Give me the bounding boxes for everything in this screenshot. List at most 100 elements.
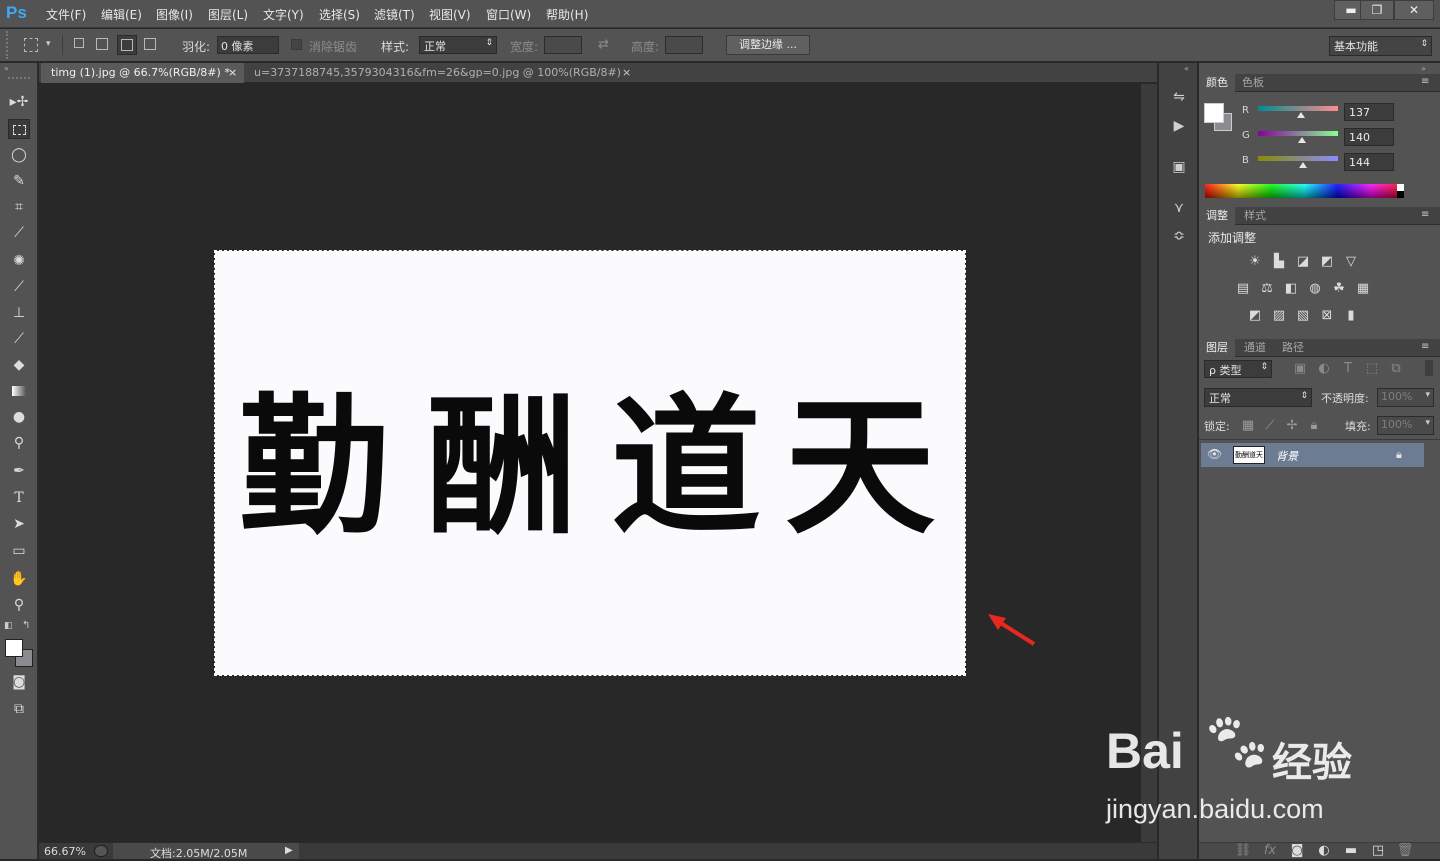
eraser-tool-icon[interactable]: ◆ bbox=[8, 355, 30, 375]
tab-baidu-image[interactable]: u=3737188745,3579304316&fm=26&gp=0.jpg @… bbox=[244, 63, 637, 83]
document-image[interactable]: 勤 酬 道 天 bbox=[214, 250, 966, 676]
refine-edge-button[interactable]: 调整边缘 ... bbox=[726, 35, 810, 55]
brush-tool-icon[interactable]: ⟋ bbox=[8, 277, 30, 297]
eyedropper-tool-icon[interactable]: ⟋ bbox=[8, 223, 30, 243]
posterize-icon[interactable]: ▨ bbox=[1270, 308, 1288, 324]
invert-icon[interactable]: ◩ bbox=[1246, 308, 1264, 324]
new-layer-icon[interactable]: ◳ bbox=[1369, 843, 1387, 859]
tab-paths[interactable]: 路径 bbox=[1275, 339, 1311, 357]
red-slider[interactable] bbox=[1258, 106, 1338, 111]
type-tool-icon[interactable]: T bbox=[8, 488, 30, 508]
exposure-icon[interactable]: ◩ bbox=[1318, 254, 1336, 270]
menu-layer[interactable]: 图层(L) bbox=[208, 6, 248, 23]
close-button[interactable]: ✕ bbox=[1394, 0, 1434, 20]
intersect-selection-icon[interactable] bbox=[144, 38, 156, 50]
hand-tool-icon[interactable]: ✋ bbox=[8, 569, 30, 589]
expand-icon[interactable]: « bbox=[1184, 64, 1189, 73]
lock-position-icon[interactable]: ✢ bbox=[1283, 418, 1301, 434]
green-value-input[interactable]: 140 bbox=[1344, 128, 1394, 146]
lock-all-icon[interactable]: 🔒︎ bbox=[1305, 418, 1323, 434]
panel-menu-icon[interactable]: ≡ bbox=[1421, 341, 1429, 352]
add-selection-icon[interactable] bbox=[96, 38, 108, 50]
zoom-level[interactable]: 66.67% bbox=[44, 845, 86, 858]
menu-type[interactable]: 文字(Y) bbox=[263, 6, 304, 23]
menu-edit[interactable]: 编辑(E) bbox=[101, 6, 142, 23]
layer-row-background[interactable]: 👁︎ 勤酬道天 背景 🔒︎ bbox=[1201, 443, 1424, 467]
gradient-map-icon[interactable]: ▮ bbox=[1342, 308, 1360, 324]
lasso-tool-icon[interactable]: ◯ bbox=[8, 145, 30, 165]
move-tool-icon[interactable]: ▸✢ bbox=[8, 92, 30, 112]
panel-menu-icon[interactable]: ≡ bbox=[1421, 76, 1429, 87]
feather-input[interactable]: 0 像素 bbox=[217, 36, 279, 54]
blue-value-input[interactable]: 144 bbox=[1344, 153, 1394, 171]
brush-settings-icon[interactable]: ≎ bbox=[1169, 226, 1189, 246]
lock-pixels-icon[interactable]: ⟋ bbox=[1261, 418, 1279, 434]
color-foreground-swatch[interactable] bbox=[1204, 103, 1224, 123]
color-spectrum-bar[interactable] bbox=[1205, 184, 1404, 198]
width-input[interactable] bbox=[544, 36, 582, 54]
style-select[interactable]: 正常 ⇕ bbox=[419, 36, 497, 54]
shape-tool-icon[interactable]: ▭ bbox=[8, 541, 30, 561]
menu-view[interactable]: 视图(V) bbox=[429, 6, 471, 23]
panel-menu-icon[interactable]: ≡ bbox=[1421, 209, 1429, 220]
subtract-selection-button[interactable] bbox=[117, 35, 137, 55]
dodge-tool-icon[interactable]: ⚲ bbox=[8, 433, 30, 453]
filter-toggle[interactable] bbox=[1425, 360, 1433, 376]
filter-smart-icon[interactable]: ⧉ bbox=[1387, 361, 1405, 377]
marquee-preset-icon[interactable] bbox=[24, 38, 38, 52]
antialias-checkbox[interactable] bbox=[291, 39, 302, 50]
black-white-icon[interactable]: ◧ bbox=[1282, 281, 1300, 297]
tab-adjustments[interactable]: 调整 bbox=[1199, 207, 1235, 225]
layer-name[interactable]: 背景 bbox=[1276, 448, 1298, 464]
quick-mask-icon[interactable]: ◙ bbox=[8, 672, 30, 692]
link-layers-icon[interactable]: ⛓ bbox=[1234, 843, 1252, 859]
doc-info-field[interactable]: 文档:2.05M/2.05M bbox=[113, 843, 299, 860]
filter-pixel-icon[interactable]: ▣ bbox=[1291, 361, 1309, 377]
status-info-icon[interactable] bbox=[94, 845, 108, 857]
vibrance-icon[interactable]: ▽ bbox=[1342, 254, 1360, 270]
hue-saturation-icon[interactable]: ▤ bbox=[1234, 281, 1252, 297]
blend-mode-select[interactable]: 正常 ⇕ bbox=[1204, 388, 1312, 407]
foreground-color-swatch[interactable] bbox=[5, 639, 23, 657]
red-slider-thumb[interactable] bbox=[1296, 112, 1305, 118]
filter-adjustment-icon[interactable]: ◐ bbox=[1315, 361, 1333, 377]
green-slider-thumb[interactable] bbox=[1297, 137, 1306, 143]
brush-preset-icon[interactable]: ⋎ bbox=[1169, 198, 1189, 218]
quick-select-tool-icon[interactable]: ✎ bbox=[8, 171, 30, 191]
new-selection-icon[interactable] bbox=[74, 38, 84, 48]
actions-play-icon[interactable]: ▶ bbox=[1169, 116, 1189, 136]
play-arrow-icon[interactable]: ▶ bbox=[285, 845, 293, 856]
history-brush-tool-icon[interactable]: ⟋ bbox=[8, 329, 30, 349]
properties-icon[interactable]: ▣ bbox=[1169, 157, 1189, 177]
color-balance-icon[interactable]: ⚖ bbox=[1258, 281, 1276, 297]
blue-slider-thumb[interactable] bbox=[1299, 162, 1308, 168]
menu-image[interactable]: 图像(I) bbox=[156, 6, 193, 23]
color-lookup-icon[interactable]: ▦ bbox=[1354, 281, 1372, 297]
swap-colors-icon[interactable]: ↰ bbox=[22, 620, 30, 631]
channel-mixer-icon[interactable]: ☘ bbox=[1330, 281, 1348, 297]
stamp-tool-icon[interactable]: ⊥ bbox=[8, 303, 30, 323]
height-input[interactable] bbox=[665, 36, 703, 54]
menu-select[interactable]: 选择(S) bbox=[319, 6, 360, 23]
tab-timg-close-icon[interactable]: × bbox=[228, 66, 237, 79]
menu-help[interactable]: 帮助(H) bbox=[546, 6, 588, 23]
crop-tool-icon[interactable]: ⌗ bbox=[8, 197, 30, 217]
eye-visibility-icon[interactable]: 👁︎ bbox=[1207, 447, 1222, 461]
delete-layer-icon[interactable]: 🗑︎ bbox=[1396, 843, 1414, 859]
menu-window[interactable]: 窗口(W) bbox=[486, 6, 531, 23]
pen-tool-icon[interactable]: ✒ bbox=[8, 461, 30, 481]
workspace-select[interactable]: 基本功能 ⇕ bbox=[1329, 36, 1432, 56]
layer-filter-select[interactable]: ρ 类型 ⇕ bbox=[1204, 360, 1272, 378]
filter-type-icon[interactable]: T bbox=[1339, 361, 1357, 377]
fill-input[interactable]: 100% ▾ bbox=[1377, 416, 1434, 435]
default-colors-icon[interactable]: ◧ bbox=[4, 621, 13, 631]
history-icon[interactable]: ⇋ bbox=[1169, 87, 1189, 107]
tab-timg[interactable]: timg (1).jpg @ 66.7%(RGB/8#) * bbox=[41, 63, 244, 83]
filter-shape-icon[interactable]: ⬚ bbox=[1363, 361, 1381, 377]
selective-color-icon[interactable]: ⊠ bbox=[1318, 308, 1336, 324]
photo-filter-icon[interactable]: ◍ bbox=[1306, 281, 1324, 297]
add-mask-icon[interactable]: ◙ bbox=[1288, 843, 1306, 859]
new-group-icon[interactable]: ▬ bbox=[1342, 843, 1360, 859]
menu-filter[interactable]: 滤镜(T) bbox=[374, 6, 415, 23]
spectrum-black[interactable] bbox=[1397, 191, 1404, 198]
